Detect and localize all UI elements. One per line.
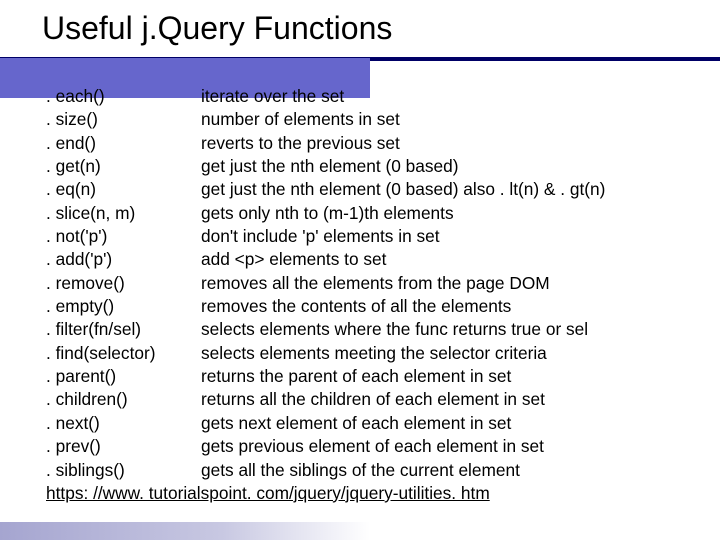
fn-name: . filter(fn/sel): [46, 318, 201, 341]
fn-desc: returns all the children of each element…: [201, 388, 692, 411]
list-item: . parent()returns the parent of each ele…: [46, 365, 692, 388]
function-list: . each()iterate over the set . size()num…: [0, 61, 720, 505]
fn-desc: number of elements in set: [201, 108, 692, 131]
list-item: . empty()removes the contents of all the…: [46, 295, 692, 318]
list-item: . filter(fn/sel)selects elements where t…: [46, 318, 692, 341]
list-item: . remove()removes all the elements from …: [46, 272, 692, 295]
fn-name: . each(): [46, 85, 201, 108]
fn-name: . find(selector): [46, 342, 201, 365]
fn-name: . parent(): [46, 365, 201, 388]
fn-name: . prev(): [46, 435, 201, 458]
footer-gradient: [0, 522, 370, 540]
list-item: . eq(n)get just the nth element (0 based…: [46, 178, 692, 201]
list-item: . end()reverts to the previous set: [46, 132, 692, 155]
fn-desc: iterate over the set: [201, 85, 692, 108]
fn-desc: don't include 'p' elements in set: [201, 225, 692, 248]
fn-desc: removes the contents of all the elements: [201, 295, 692, 318]
fn-name: . get(n): [46, 155, 201, 178]
fn-desc: selects elements meeting the selector cr…: [201, 342, 692, 365]
fn-name: . next(): [46, 412, 201, 435]
list-item: . each()iterate over the set: [46, 85, 692, 108]
list-item: . slice(n, m)gets only nth to (m-1)th el…: [46, 202, 692, 225]
fn-desc: removes all the elements from the page D…: [201, 272, 692, 295]
fn-desc: gets previous element of each element in…: [201, 435, 692, 458]
list-item: . next()gets next element of each elemen…: [46, 412, 692, 435]
fn-name: . empty(): [46, 295, 201, 318]
list-item: . size()number of elements in set: [46, 108, 692, 131]
fn-name: . eq(n): [46, 178, 201, 201]
list-item: . add('p')add <p> elements to set: [46, 248, 692, 271]
list-item: . find(selector)selects elements meeting…: [46, 342, 692, 365]
fn-desc: reverts to the previous set: [201, 132, 692, 155]
title-area: Useful j.Query Functions: [0, 0, 720, 47]
fn-name: . not('p'): [46, 225, 201, 248]
fn-desc: gets all the siblings of the current ele…: [201, 459, 692, 482]
fn-name: . slice(n, m): [46, 202, 201, 225]
fn-desc: add <p> elements to set: [201, 248, 692, 271]
list-item: . not('p')don't include 'p' elements in …: [46, 225, 692, 248]
fn-desc: selects elements where the func returns …: [201, 318, 692, 341]
list-item: . get(n)get just the nth element (0 base…: [46, 155, 692, 178]
list-item: . siblings()gets all the siblings of the…: [46, 459, 692, 482]
list-item: . prev()gets previous element of each el…: [46, 435, 692, 458]
fn-name: . children(): [46, 388, 201, 411]
fn-name: . siblings(): [46, 459, 201, 482]
fn-desc: gets only nth to (m-1)th elements: [201, 202, 692, 225]
fn-name: . remove(): [46, 272, 201, 295]
list-item: . children()returns all the children of …: [46, 388, 692, 411]
fn-name: . add('p'): [46, 248, 201, 271]
fn-desc: returns the parent of each element in se…: [201, 365, 692, 388]
fn-name: . size(): [46, 108, 201, 131]
reference-link[interactable]: https: //www. tutorialspoint. com/jquery…: [46, 483, 490, 503]
fn-desc: gets next element of each element in set: [201, 412, 692, 435]
fn-desc: get just the nth element (0 based) also …: [201, 178, 692, 201]
slide-title: Useful j.Query Functions: [42, 10, 392, 46]
fn-name: . end(): [46, 132, 201, 155]
fn-desc: get just the nth element (0 based): [201, 155, 692, 178]
